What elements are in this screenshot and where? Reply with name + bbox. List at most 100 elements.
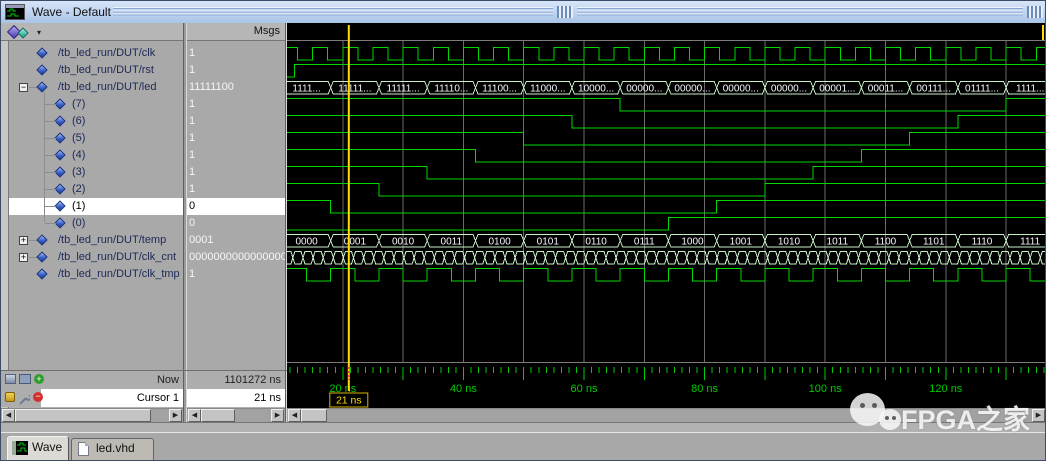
scroll-left-button[interactable]: ◀ [188,409,201,422]
svg-text:11100...: 11100... [482,83,517,94]
expand-box[interactable]: + [19,253,28,262]
signal-row-rst[interactable]: /tb_led_run/DUT/rst [9,62,183,79]
signal-row-led6[interactable]: (6) [9,113,183,130]
svg-text:1100: 1100 [875,236,897,247]
signal-diamond-icon [54,183,65,194]
time-icon[interactable] [5,374,16,384]
add-icon[interactable]: + [34,374,44,384]
svg-text:11110...: 11110... [434,83,468,94]
signal-name: /tb_led_run/DUT/clk_tmp [58,266,180,283]
svg-text:0011: 0011 [441,236,463,247]
signal-row-led1[interactable]: (1) [9,198,183,215]
svg-text:0110: 0110 [585,236,607,247]
signal-diamond-icon [36,47,47,58]
svg-text:11111...: 11111... [387,83,420,94]
wave-window: Wave - Default ▾ Msgs /tb_led_run/DUT/cl… [0,0,1046,461]
signal-value-clk_tmp: 1 [187,266,285,283]
msgs-column-header[interactable]: Msgs [187,23,285,41]
titlebar-grip[interactable] [1027,6,1043,18]
signal-tree: /tb_led_run/DUT/clk/tb_led_run/DUT/rst − /… [9,41,183,370]
signal-name: /tb_led_run/DUT/clk_cnt [58,249,176,266]
signal-diamond-icon [36,81,47,92]
signal-row-led0[interactable]: (0) [9,215,183,232]
signal-row-led4[interactable]: (4) [9,147,183,164]
signal-row-led2[interactable]: (2) [9,181,183,198]
bottom-strip [1,422,1046,432]
titlebar-grip[interactable] [557,6,573,18]
signal-diamond-icon [54,217,65,228]
wave-cursor-line[interactable] [348,25,350,391]
svg-text:1011: 1011 [827,236,849,247]
signal-diamond-icon [54,200,65,211]
scroll-right-button[interactable]: ▶ [271,409,284,422]
signal-diamond-icon [36,251,47,262]
cursor-label: Cursor 1 [137,389,179,407]
window-title: Wave - Default [32,5,111,19]
signal-row-clk_tmp[interactable]: /tb_led_run/DUT/clk_tmp [9,266,183,283]
expand-box[interactable]: + [19,236,28,245]
signal-diamond-icon [36,64,47,75]
display-icon[interactable] [19,374,31,384]
svg-text:11111...: 11111... [338,83,371,94]
svg-text:40 ns: 40 ns [450,383,477,395]
tab-label: Wave [32,440,62,454]
signal-value-led7: 1 [187,96,285,113]
scroll-thumb[interactable] [301,409,327,422]
signal-name: /tb_led_run/DUT/temp [58,232,166,249]
signal-row-clk[interactable]: /tb_led_run/DUT/clk [9,45,183,62]
svg-text:00111...: 00111... [916,83,951,94]
signal-row-led3[interactable]: (3) [9,164,183,181]
svg-text:11000...: 11000... [530,83,565,94]
toolbar-dropdown-caret[interactable]: ▾ [37,28,41,37]
svg-text:00000...: 00000... [674,83,710,94]
signal-row-temp[interactable]: + /tb_led_run/DUT/temp [9,232,183,249]
signal-value-led4: 1 [187,147,285,164]
scroll-thumb[interactable] [201,409,235,422]
tab-wave[interactable]: Wave [7,436,69,460]
signal-value-led1: 0 [187,198,285,215]
signal-value-clk_cnt: 000000000000000000 [187,249,285,266]
svg-text:1010: 1010 [778,236,801,247]
collapse-box[interactable]: − [19,83,28,92]
right-edge-marker [1042,25,1044,40]
signal-row-clk_cnt[interactable]: + /tb_led_run/DUT/clk_cnt [9,249,183,266]
signal-name: (4) [72,147,85,164]
signal-name: /tb_led_run/DUT/clk [58,45,155,62]
cursor-row[interactable]: − Cursor 1 [1,389,183,407]
signal-row-led7[interactable]: (7) [9,96,183,113]
wave-canvas[interactable]: 1111...11111...11111...11110...11100...1… [287,23,1046,408]
scroll-left-button[interactable]: ◀ [288,409,301,422]
signal-row-led5[interactable]: (5) [9,130,183,147]
wave-window-icon [5,4,25,20]
remove-icon[interactable]: − [33,392,43,402]
tab-led-vhd[interactable]: led.vhd [71,438,154,460]
lock-icon[interactable] [5,392,15,402]
signal-diamond-icon [54,149,65,160]
signal-value-led2: 1 [187,181,285,198]
signal-row-led[interactable]: − /tb_led_run/DUT/led [9,79,183,96]
scroll-right-button[interactable]: ▶ [169,409,182,422]
signal-name: (0) [72,215,85,232]
svg-text:00000...: 00000... [723,83,759,94]
wave-background [287,23,1046,408]
signal-name: (5) [72,130,85,147]
signal-value-temp: 0001 [187,232,285,249]
svg-text:1000: 1000 [681,236,704,247]
wrench-icon[interactable] [19,392,30,402]
titlebar[interactable]: Wave - Default [1,1,1046,24]
scroll-left-button[interactable]: ◀ [2,409,15,422]
signal-name: (6) [72,113,85,130]
wave-hscrollbar[interactable]: ◀ ▶ [287,408,1046,422]
svg-text:60 ns: 60 ns [571,383,598,395]
svg-text:00001...: 00001... [819,83,855,94]
scroll-thumb[interactable] [15,409,151,422]
signal-value-clk: 1 [187,45,285,62]
msgs-hscrollbar[interactable]: ◀ ▶ [187,408,285,422]
now-value-cell: 1101272 ns [187,371,285,389]
svg-text:120 ns: 120 ns [929,383,963,395]
signal-name: /tb_led_run/DUT/led [58,79,156,96]
svg-text:00000...: 00000... [771,83,807,94]
scroll-right-button[interactable]: ▶ [1032,409,1045,422]
signal-diamond-icon [36,268,47,279]
names-hscrollbar[interactable]: ◀ ▶ [1,408,183,422]
